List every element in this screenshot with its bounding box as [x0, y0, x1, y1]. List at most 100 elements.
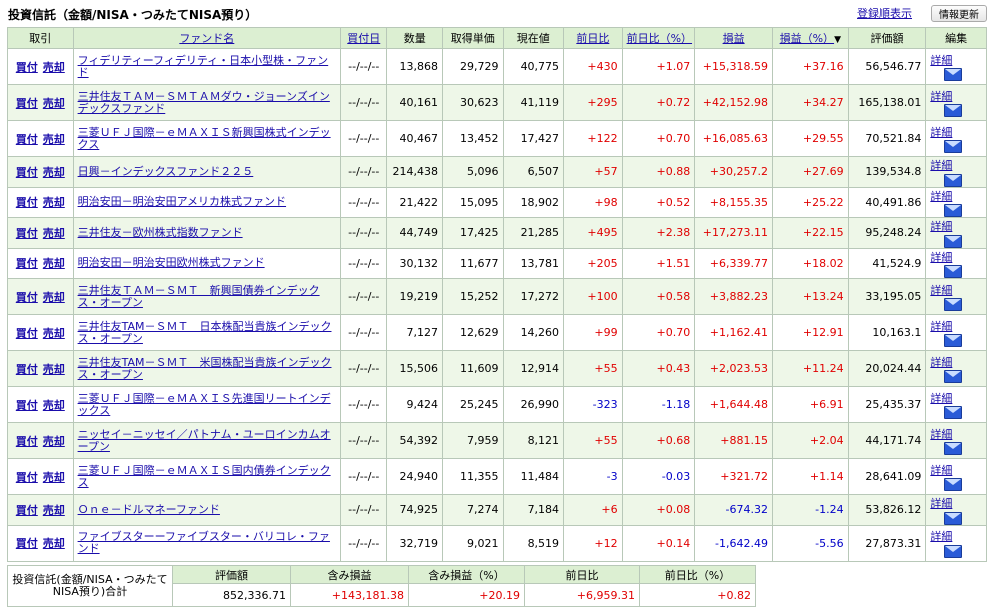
buy-link[interactable]: 買付: [16, 327, 38, 340]
fund-name-cell: Ｏｎｅ－ドルマネーファンド: [72, 494, 342, 526]
sell-link[interactable]: 売却: [43, 61, 65, 74]
mail-icon[interactable]: [944, 406, 963, 420]
trade-cell: 買付 売却: [7, 386, 74, 423]
day-change-pct-cell: +0.52: [621, 186, 696, 218]
buy-link[interactable]: 買付: [16, 537, 38, 550]
detail-link[interactable]: 詳細: [930, 392, 952, 405]
sell-link[interactable]: 売却: [43, 291, 65, 304]
detail-link[interactable]: 詳細: [930, 464, 952, 477]
buy-link[interactable]: 買付: [16, 363, 38, 376]
fund-name-link[interactable]: 三菱ＵＦＪ国際－ｅＭＡＸＩＳ新興国株式インデックス: [78, 126, 331, 151]
col-valuation: 評価額: [847, 27, 927, 49]
mail-icon[interactable]: [944, 298, 963, 312]
buy-link[interactable]: 買付: [16, 257, 38, 270]
sort-day-change-pct-link[interactable]: 前日比（%）: [627, 32, 692, 45]
quantity-cell: 32,719: [386, 524, 443, 562]
mail-icon[interactable]: [944, 173, 963, 187]
detail-link[interactable]: 詳細: [930, 90, 952, 103]
detail-link[interactable]: 詳細: [930, 159, 952, 172]
valuation-cell: 33,195.05: [847, 278, 927, 315]
sell-link[interactable]: 売却: [43, 399, 65, 412]
buy-link[interactable]: 買付: [16, 61, 38, 74]
fund-name-link[interactable]: フィデリティーフィデリティ・日本小型株・ファンド: [78, 54, 329, 79]
mail-icon[interactable]: [944, 104, 963, 118]
detail-link[interactable]: 詳細: [930, 497, 952, 510]
fund-name-link[interactable]: 日興－インデックスファンド２２５: [78, 165, 254, 178]
detail-link[interactable]: 詳細: [930, 190, 952, 203]
detail-link[interactable]: 詳細: [930, 220, 952, 233]
buy-link[interactable]: 買付: [16, 227, 38, 240]
mail-icon[interactable]: [944, 234, 963, 248]
col-buy-date[interactable]: 買付日: [340, 27, 388, 49]
mail-icon[interactable]: [944, 334, 963, 348]
buy-link[interactable]: 買付: [16, 166, 38, 179]
sell-link[interactable]: 売却: [43, 435, 65, 448]
fund-name-link[interactable]: 三井住友TAM－ＳＭＴ 米国株配当貴族インデックス・オープン: [78, 356, 332, 381]
fund-name-link[interactable]: 三菱ＵＦＪ国際－ｅＭＡＸＩＳ先進国リートインデックス: [78, 392, 331, 417]
sell-link[interactable]: 売却: [43, 227, 65, 240]
mail-icon[interactable]: [944, 478, 963, 492]
mail-icon[interactable]: [944, 68, 963, 82]
col-fund-name[interactable]: ファンド名: [72, 27, 342, 49]
sell-link[interactable]: 売却: [43, 97, 65, 110]
sort-pnl-link[interactable]: 損益: [723, 32, 745, 45]
col-day-change-pct[interactable]: 前日比（%）: [621, 27, 696, 49]
sell-link[interactable]: 売却: [43, 133, 65, 146]
trade-cell: 買付 売却: [7, 48, 74, 85]
mail-icon[interactable]: [944, 204, 963, 217]
buy-link[interactable]: 買付: [16, 471, 38, 484]
detail-link[interactable]: 詳細: [930, 126, 952, 139]
mail-icon[interactable]: [944, 265, 963, 278]
buy-link[interactable]: 買付: [16, 435, 38, 448]
fund-name-link[interactable]: 三井住友ＴＡＭ－ＳＭＴＡＭダウ・ジョーンズインデックスファンド: [78, 90, 330, 115]
edit-cell: 詳細: [925, 120, 987, 157]
fund-name-link[interactable]: ファイブスターーファイブスター・バリコレ・ファンド: [78, 530, 330, 555]
detail-link[interactable]: 詳細: [930, 428, 952, 441]
mail-icon[interactable]: [944, 544, 963, 558]
registration-order-link[interactable]: 登録順表示: [857, 5, 912, 21]
sort-buy-date-link[interactable]: 買付日: [347, 32, 380, 45]
fund-name-link[interactable]: 明治安田－明治安田アメリカ株式ファンド: [78, 195, 286, 208]
buy-link[interactable]: 買付: [16, 196, 38, 209]
current-price-cell: 41,119: [502, 84, 565, 121]
acquisition-price-cell: 7,959: [441, 422, 504, 459]
sell-link[interactable]: 売却: [43, 257, 65, 270]
fund-name-link[interactable]: 三井住友TAM－ＳＭＴ 日本株配当貴族インデックス・オープン: [78, 320, 332, 345]
sort-day-change-link[interactable]: 前日比: [576, 32, 609, 45]
detail-link[interactable]: 詳細: [930, 530, 952, 543]
fund-name-link[interactable]: 明治安田－明治安田欧州株式ファンド: [78, 256, 265, 269]
fund-name-link[interactable]: 三井住友ＴＡＭ－ＳＭＴ 新興国債券インデックス・オープン: [78, 284, 320, 309]
sell-link[interactable]: 売却: [43, 504, 65, 517]
mail-icon[interactable]: [944, 370, 963, 384]
sell-link[interactable]: 売却: [43, 471, 65, 484]
sell-link[interactable]: 売却: [43, 327, 65, 340]
sell-link[interactable]: 売却: [43, 196, 65, 209]
buy-link[interactable]: 買付: [16, 399, 38, 412]
fund-name-link[interactable]: ニッセイ－ニッセイ／パトナム・ユーロインカムオープン: [78, 428, 331, 453]
mail-icon[interactable]: [944, 140, 963, 154]
sell-link[interactable]: 売却: [43, 363, 65, 376]
sell-link[interactable]: 売却: [43, 166, 65, 179]
acquisition-price-cell: 25,245: [441, 386, 504, 423]
buy-link[interactable]: 買付: [16, 97, 38, 110]
col-pnl[interactable]: 損益: [694, 27, 773, 49]
detail-link[interactable]: 詳細: [930, 251, 952, 264]
fund-name-link[interactable]: Ｏｎｅ－ドルマネーファンド: [78, 503, 220, 516]
fund-name-link[interactable]: 三井住友－欧州株式指数ファンド: [78, 226, 243, 239]
col-pnl-pct[interactable]: 損益（%）▼: [771, 27, 849, 49]
sort-fund-name-link[interactable]: ファンド名: [179, 32, 234, 45]
detail-link[interactable]: 詳細: [930, 284, 952, 297]
detail-link[interactable]: 詳細: [930, 54, 952, 67]
buy-link[interactable]: 買付: [16, 133, 38, 146]
buy-link[interactable]: 買付: [16, 291, 38, 304]
update-info-button[interactable]: 情報更新: [931, 5, 987, 22]
fund-name-link[interactable]: 三菱ＵＦＪ国際－ｅＭＡＸＩＳ国内債券インデックス: [78, 464, 331, 489]
col-day-change[interactable]: 前日比: [563, 27, 623, 49]
mail-icon[interactable]: [944, 442, 963, 456]
sort-pnl-pct-link[interactable]: 損益（%）: [780, 32, 834, 45]
mail-icon[interactable]: [944, 511, 963, 525]
detail-link[interactable]: 詳細: [930, 320, 952, 333]
buy-link[interactable]: 買付: [16, 504, 38, 517]
detail-link[interactable]: 詳細: [930, 356, 952, 369]
sell-link[interactable]: 売却: [43, 537, 65, 550]
